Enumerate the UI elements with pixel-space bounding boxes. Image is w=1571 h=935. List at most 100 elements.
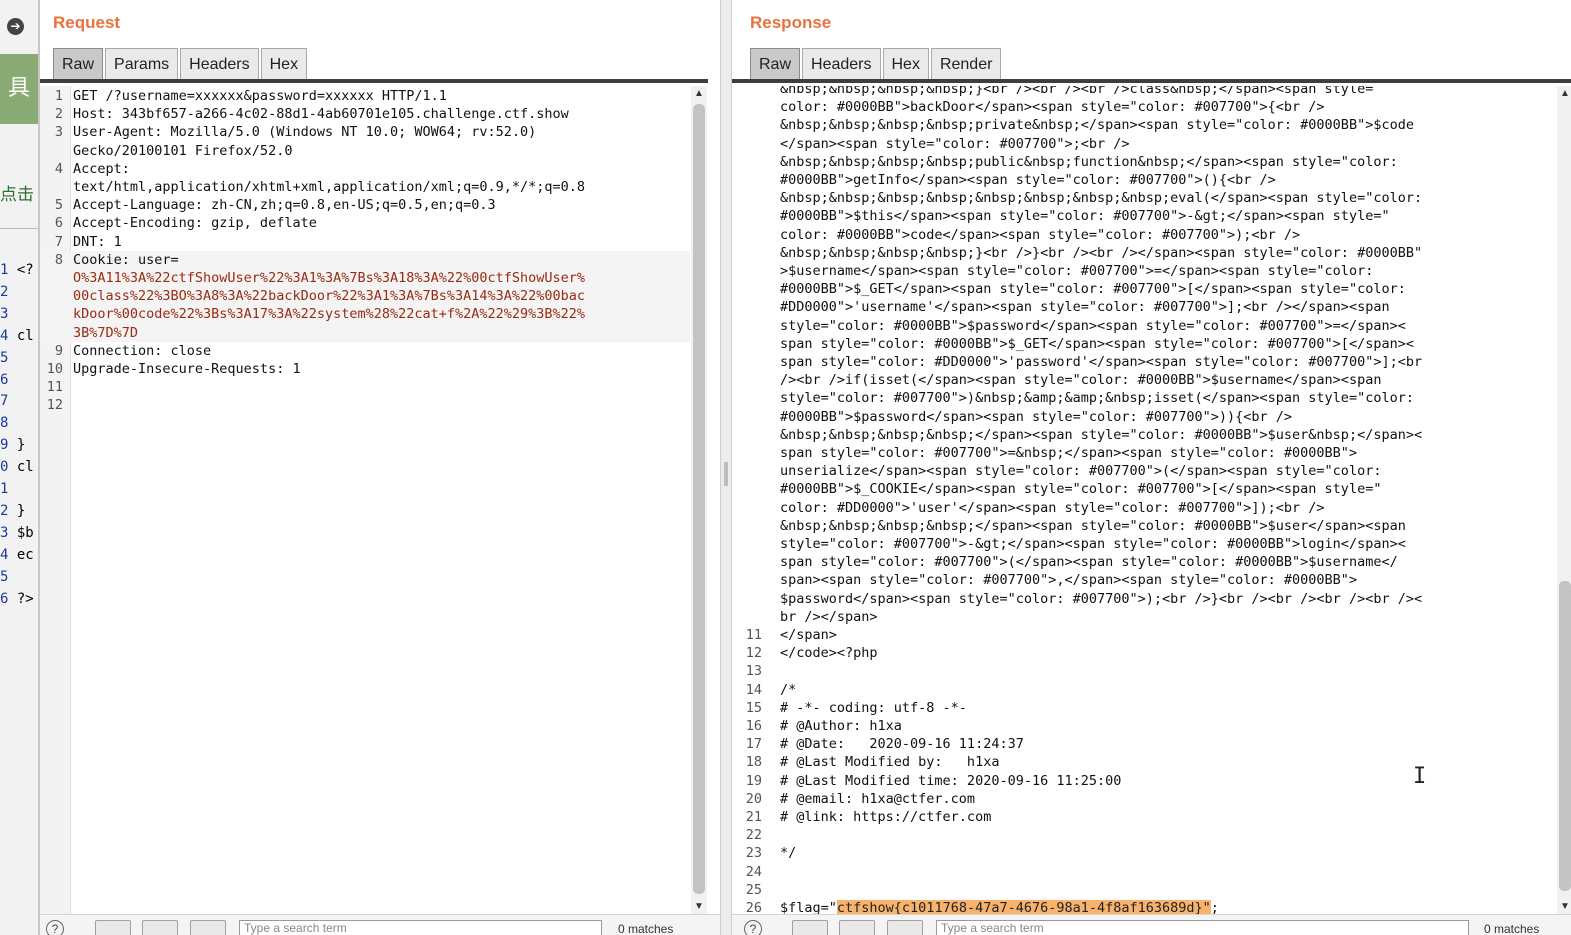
strip-line-number: 5 bbox=[0, 568, 9, 585]
strip-line: 4 ec bbox=[0, 547, 34, 563]
line-text: style="color: #0000BB">$password</span><… bbox=[780, 317, 1406, 334]
line-number: 17 bbox=[745, 736, 762, 753]
search-next-button[interactable] bbox=[839, 920, 875, 935]
response-scroll-thumb[interactable] bbox=[1559, 581, 1571, 891]
line-text: User-Agent: Mozilla/5.0 (Windows NT 10.0… bbox=[73, 124, 537, 141]
request-editor[interactable]: 1 GET /?username=xxxxxx&password=xxxxxx H… bbox=[40, 86, 690, 915]
line-number: 4 bbox=[54, 160, 63, 177]
line-text: Accept-Language: zh-CN,zh;q=0.8,en-US;q=… bbox=[73, 197, 496, 214]
tab-headers[interactable]: Headers bbox=[180, 48, 259, 79]
code-line: 17 # @Date: 2020-09-16 11:24:37 bbox=[738, 735, 1558, 753]
click-label[interactable]: 点击 bbox=[0, 180, 34, 205]
divider-grip[interactable] bbox=[724, 462, 728, 486]
strip-line-number: 8 bbox=[0, 415, 9, 432]
flag-suffix: ; bbox=[1210, 900, 1219, 915]
search-options-button[interactable] bbox=[887, 920, 923, 935]
line-text: </code><?php bbox=[780, 645, 878, 662]
line-number: 5 bbox=[54, 197, 63, 214]
strip-line-text: <? bbox=[8, 262, 34, 278]
code-line: 8 Cookie: user= bbox=[40, 250, 690, 269]
code-line: 15 # -*- coding: utf-8 -*- bbox=[738, 699, 1558, 717]
line-text: # -*- coding: utf-8 -*- bbox=[780, 699, 967, 716]
code-line: 11 bbox=[40, 378, 690, 396]
line-number: 11 bbox=[745, 627, 762, 643]
scroll-down-icon[interactable]: ▼ bbox=[691, 899, 707, 915]
line-text: Accept: bbox=[73, 160, 130, 177]
search-prev-button[interactable] bbox=[792, 920, 828, 935]
response-search-bar: ? Type a search term 0 matches bbox=[732, 914, 1571, 935]
tab-raw[interactable]: Raw bbox=[750, 48, 801, 79]
line-text: color: #0000BB">code</span><span style="… bbox=[780, 226, 1301, 243]
request-scrollbar[interactable]: ▲ ▼ bbox=[691, 86, 707, 915]
line-number: 20 bbox=[745, 790, 762, 807]
flag-line: 26 $flag="ctfshow{c1011768-47a7-4676-98a1… bbox=[738, 899, 1558, 915]
tool-label[interactable]: 具 bbox=[0, 54, 38, 124]
scroll-up-icon[interactable]: ▲ bbox=[1557, 86, 1571, 102]
line-number: 8 bbox=[54, 251, 63, 268]
tab-render[interactable]: Render bbox=[930, 48, 1002, 79]
code-line: 00class%22%3BO%3A8%3A%22backDoor%22%3A1%… bbox=[40, 287, 690, 306]
line-text: span style="color: #007700">=&nbsp;</spa… bbox=[780, 445, 1358, 461]
strip-line: 3 bbox=[0, 306, 8, 322]
code-line: 24 bbox=[738, 863, 1558, 881]
line-text: #0000BB">$_GET</span><span style="color:… bbox=[780, 281, 1406, 298]
request-search-input[interactable]: Type a search term bbox=[239, 920, 602, 935]
tab-raw[interactable]: Raw bbox=[53, 48, 104, 79]
response-editor[interactable]: &nbsp;&nbsp;&nbsp;&nbsp;}<br /><br /><br… bbox=[738, 86, 1558, 915]
split-divider[interactable] bbox=[720, 0, 732, 935]
strip-line-text: } bbox=[8, 437, 26, 454]
strip-line-text: cl bbox=[8, 459, 34, 476]
strip-line-number: 5 bbox=[0, 349, 9, 366]
scroll-down-icon[interactable]: ▼ bbox=[1557, 899, 1571, 915]
request-tabs: Raw Params Headers Hex bbox=[53, 48, 309, 80]
line-text: #DD0000">'username'</span><span style="c… bbox=[780, 299, 1390, 316]
line-number: 12 bbox=[46, 397, 63, 414]
line-text: text/html,application/xhtml+xml,applicat… bbox=[73, 179, 586, 195]
help-icon[interactable]: ? bbox=[46, 920, 64, 935]
response-title: Response bbox=[750, 13, 832, 32]
strip-line: 3 $b bbox=[0, 525, 34, 541]
response-scrollbar[interactable]: ▲ ▼ bbox=[1557, 86, 1571, 915]
tab-params[interactable]: Params bbox=[105, 48, 179, 79]
cookie-value-text: kDoor%00code%22%3Bs%3A17%3A%22system%28%… bbox=[73, 306, 586, 323]
strip-line-number: 3 bbox=[0, 305, 9, 322]
search-next-button[interactable] bbox=[142, 920, 178, 935]
search-prev-button[interactable] bbox=[95, 920, 131, 935]
tab-headers[interactable]: Headers bbox=[802, 48, 881, 79]
code-line: span style="color: #0000BB">$_GET</span>… bbox=[738, 335, 1558, 353]
code-line: &nbsp;&nbsp;&nbsp;&nbsp;public&nbsp;func… bbox=[738, 153, 1558, 171]
code-line: 5 Accept-Language: zh-CN,zh;q=0.8,en-US;q… bbox=[40, 196, 690, 214]
tab-hex[interactable]: Hex bbox=[882, 48, 929, 79]
line-number: 18 bbox=[745, 754, 762, 771]
line-number: 11 bbox=[46, 379, 63, 396]
line-text: # @Date: 2020-09-16 11:24:37 bbox=[780, 736, 1024, 753]
scroll-up-icon[interactable]: ▲ bbox=[691, 86, 707, 102]
line-number: 12 bbox=[745, 645, 762, 662]
strip-line-text: } bbox=[8, 502, 26, 519]
code-line: #0000BB">$this</span><span style="color:… bbox=[738, 207, 1558, 225]
request-scroll-thumb[interactable] bbox=[693, 104, 705, 894]
code-line: 22 bbox=[738, 826, 1558, 844]
strip-line-text: $b bbox=[8, 524, 34, 541]
code-line: 4 Accept: bbox=[40, 160, 690, 178]
strip-line: 6 bbox=[0, 372, 8, 388]
line-text: span style="color: #0000BB">$_GET</span>… bbox=[780, 335, 1414, 352]
back-arrow-icon[interactable]: ➔ bbox=[7, 18, 24, 35]
line-number: 21 bbox=[745, 809, 762, 825]
line-text: &nbsp;&nbsp;&nbsp;&nbsp;private&nbsp;</s… bbox=[780, 117, 1414, 134]
strip-line: 0 cl bbox=[0, 459, 34, 475]
flag-value-highlight[interactable]: ctfshow{c1011768-47a7-4676-98a1-4f8af163… bbox=[836, 900, 1211, 915]
code-line: 23 */ bbox=[738, 844, 1558, 862]
code-line: 12 bbox=[40, 396, 690, 414]
line-text: /><br />if(isset(</span><span style="col… bbox=[780, 372, 1382, 389]
strip-line-number: 6 bbox=[0, 371, 9, 388]
tab-hex[interactable]: Hex bbox=[260, 48, 308, 79]
strip-line: 8 bbox=[0, 415, 8, 431]
cookie-value-text: O%3A11%3A%22ctfShowUser%22%3A1%3A%7Bs%3A… bbox=[73, 270, 586, 286]
response-search-input[interactable]: Type a search term bbox=[936, 920, 1469, 935]
line-text: style="color: #007700">)&nbsp;&amp;&amp;… bbox=[780, 390, 1414, 407]
line-text: Cookie: user= bbox=[73, 251, 179, 268]
help-icon[interactable]: ? bbox=[744, 920, 762, 935]
strip-line: 5 bbox=[0, 569, 8, 585]
search-options-button[interactable] bbox=[190, 920, 226, 935]
